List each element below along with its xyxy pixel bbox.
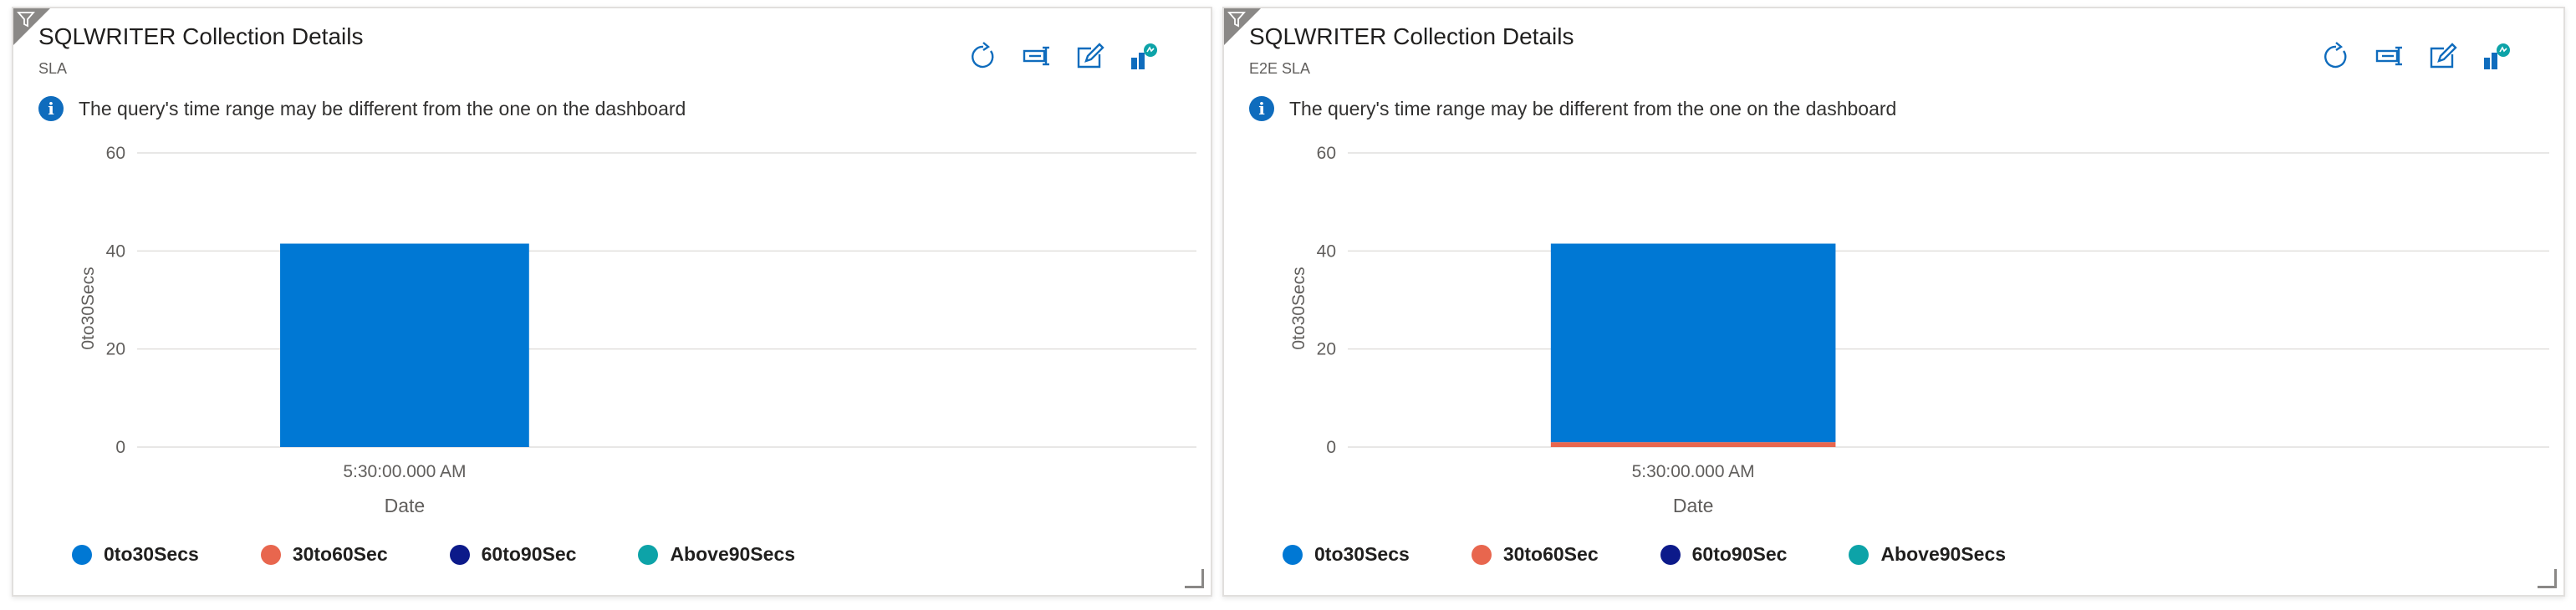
panel-toolbar [967, 40, 1160, 74]
edit-button[interactable] [2426, 40, 2460, 74]
legend-label: 30to60Sec [292, 543, 388, 565]
bar-chart: 0 20 40 60 0to30Secs 5:30:00.000 AM Date [1289, 144, 2549, 516]
insights-icon [2484, 43, 2510, 69]
y-tick-label: 40 [1317, 241, 1336, 261]
legend-label: 60to90Sec [1691, 543, 1788, 565]
legend-item[interactable]: 60to90Sec [1660, 543, 1788, 566]
chart-panel-e2e-sla: SQLWRITER Collection Details E2E SLA i T… [1222, 7, 2565, 597]
info-icon: i [1249, 96, 1274, 121]
y-tick-label: 0 [115, 438, 125, 457]
info-icon: i [38, 96, 64, 121]
y-axis-title: 0to30Secs [1289, 267, 1308, 349]
legend-label: 60to90Sec [481, 543, 577, 565]
x-tick-label: 5:30:00.000 AM [343, 462, 466, 481]
bar-30to60sec [1550, 442, 1836, 447]
legend-dot-above90secs [638, 544, 659, 565]
filter-icon [1227, 12, 1246, 28]
y-tick-label: 20 [106, 340, 125, 359]
x-axis-title: Date [1673, 495, 1714, 516]
insights-button[interactable] [2480, 40, 2513, 74]
y-tick-label: 60 [106, 144, 125, 163]
panel-subtitle: SLA [38, 60, 68, 77]
bar-0to30secs [280, 243, 529, 447]
info-banner: i The query's time range may be differen… [1249, 94, 1896, 124]
edit-button[interactable] [1074, 40, 1107, 74]
x-tick-label: 5:30:00.000 AM [1632, 462, 1755, 481]
refresh-button[interactable] [967, 40, 1000, 74]
chart-legend: 0to30Secs 30to60Sec 60to90Sec Above90Sec… [1283, 543, 2068, 566]
info-message: The query's time range may be different … [1289, 97, 1897, 119]
legend-dot-30to60sec [1471, 544, 1492, 565]
bar-0to30secs [1550, 243, 1836, 443]
legend-label: 0to30Secs [104, 543, 199, 565]
edit-icon [2430, 43, 2457, 69]
pin-button[interactable] [2373, 40, 2406, 74]
insights-button[interactable] [1127, 40, 1160, 74]
legend-dot-above90secs [1849, 544, 1870, 565]
y-axis-title: 0to30Secs [79, 267, 98, 349]
legend-item[interactable]: 30to60Sec [260, 543, 388, 566]
panel-subtitle: E2E SLA [1249, 60, 1311, 77]
edit-icon [1077, 43, 1104, 69]
pin-button[interactable] [1020, 40, 1053, 74]
refresh-icon [972, 42, 994, 69]
panel-title: SQLWRITER Collection Details [38, 23, 364, 49]
filter-icon [17, 12, 35, 28]
refresh-icon [2324, 42, 2347, 69]
panel-title: SQLWRITER Collection Details [1249, 23, 1574, 49]
resize-handle[interactable] [1185, 569, 1204, 588]
y-tick-label: 60 [1317, 144, 1336, 163]
legend-dot-0to30secs [1283, 544, 1303, 565]
y-tick-label: 20 [1317, 340, 1336, 359]
legend-dot-0to30secs [72, 544, 92, 565]
info-banner: i The query's time range may be differen… [38, 94, 686, 124]
legend-label: Above90Secs [670, 543, 796, 565]
info-message: The query's time range may be different … [79, 97, 686, 119]
legend-label: 0to30Secs [1314, 543, 1410, 565]
chart-panel-sla: SQLWRITER Collection Details SLA i The q… [12, 7, 1212, 597]
legend-item[interactable]: 0to30Secs [1283, 543, 1410, 566]
legend-label: 30to60Sec [1502, 543, 1599, 565]
legend-item[interactable]: Above90Secs [638, 543, 795, 566]
pin-icon [2375, 46, 2402, 66]
legend-dot-60to90sec [449, 544, 470, 565]
y-tick-label: 0 [1326, 438, 1336, 457]
legend-item[interactable]: 60to90Sec [449, 543, 577, 566]
legend-label: Above90Secs [1880, 543, 2007, 565]
legend-dot-30to60sec [260, 544, 281, 565]
insights-icon [1131, 43, 1157, 69]
resize-handle[interactable] [2538, 569, 2557, 588]
bar-chart: 0 20 40 60 0to30Secs 5:30:00.000 AM Date [79, 144, 1196, 516]
y-tick-label: 40 [106, 241, 125, 261]
legend-item[interactable]: 0to30Secs [72, 543, 199, 566]
pin-icon [1023, 46, 1049, 66]
legend-item[interactable]: 30to60Sec [1471, 543, 1599, 566]
panel-toolbar [2319, 40, 2513, 74]
chart-legend: 0to30Secs 30to60Sec 60to90Sec Above90Sec… [72, 543, 857, 566]
legend-item[interactable]: Above90Secs [1849, 543, 2006, 566]
x-axis-title: Date [385, 495, 426, 516]
refresh-button[interactable] [2319, 40, 2353, 74]
legend-dot-60to90sec [1660, 544, 1681, 565]
